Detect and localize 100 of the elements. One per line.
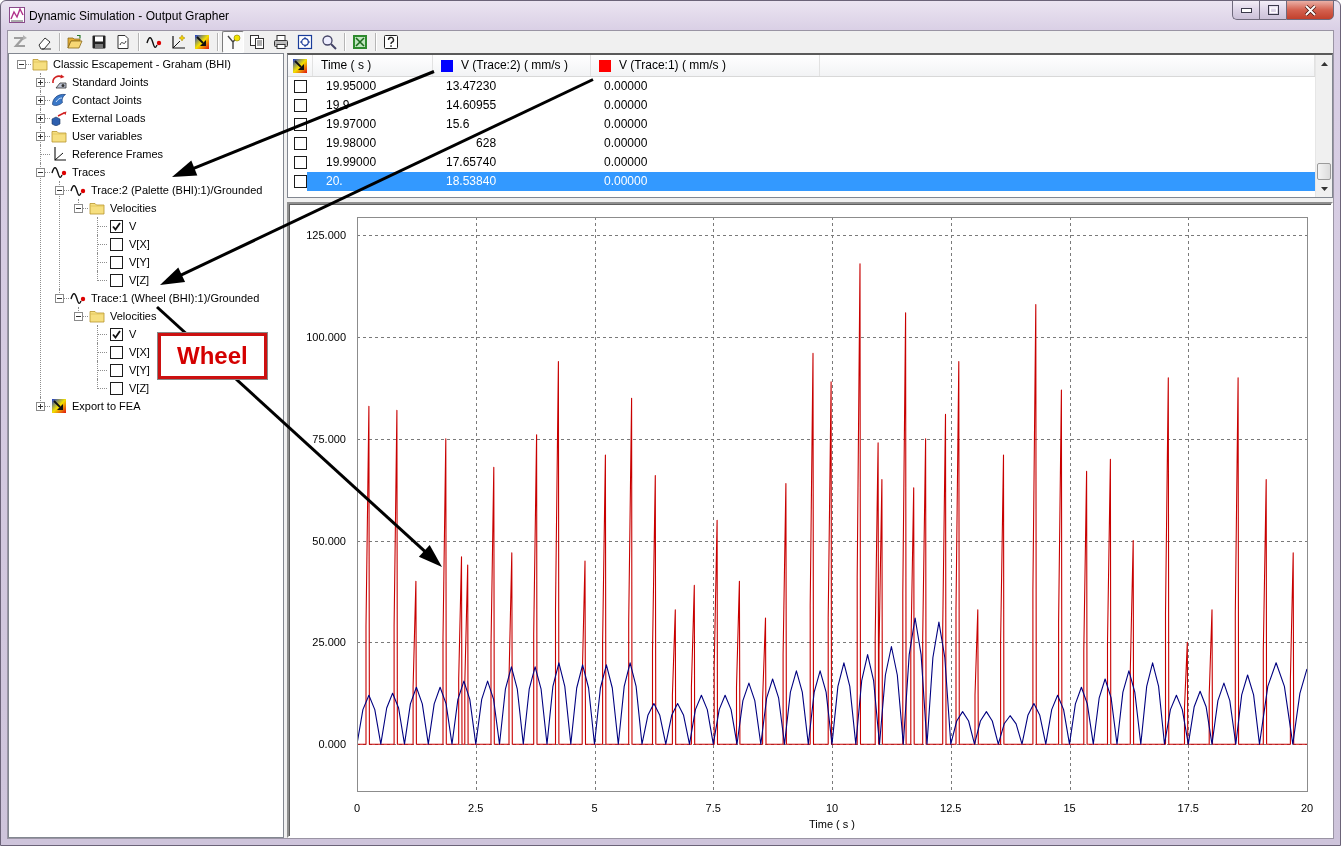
- tree-item[interactable]: Classic Escapement - Graham (BHI): [52, 56, 232, 72]
- close-icon: [1303, 4, 1317, 16]
- checkbox[interactable]: [294, 175, 307, 188]
- zoom-icon: [321, 34, 337, 50]
- scroll-thumb[interactable]: [1317, 163, 1331, 180]
- tick-label: 25.000: [312, 636, 346, 649]
- tick-label: 15: [1063, 802, 1076, 814]
- tree-item[interactable]: Reference Frames: [71, 146, 165, 162]
- tick-label: 20: [1300, 802, 1314, 814]
- spreadsheet-icon: [352, 34, 368, 50]
- tick-label: 5: [591, 802, 598, 814]
- joint-icon: [51, 74, 67, 90]
- tick-label: 0: [353, 802, 361, 814]
- table-cell-text: 18.53840: [445, 174, 498, 189]
- minimize-icon: [1240, 7, 1252, 13]
- collapse-icon[interactable]: [17, 60, 26, 69]
- tree-item[interactable]: Velocities: [109, 200, 158, 216]
- tick-label: 0.000: [318, 738, 346, 751]
- tree-item[interactable]: Velocities: [109, 308, 158, 324]
- checkbox[interactable]: [109, 273, 123, 287]
- page-curve-icon: [115, 34, 131, 50]
- zigzag-icon: [12, 34, 28, 50]
- checkbox[interactable]: [109, 327, 123, 341]
- help-icon: [383, 34, 399, 50]
- folder-icon: [51, 128, 67, 144]
- collapse-icon[interactable]: [55, 294, 64, 303]
- tree-item[interactable]: V[Z]: [128, 272, 151, 288]
- tree-item[interactable]: User variables: [71, 128, 144, 144]
- collapse-icon[interactable]: [74, 204, 83, 213]
- tick-label: 17.5: [1177, 802, 1199, 814]
- table-cell-text: 19.95000: [325, 79, 378, 94]
- expand-icon[interactable]: [36, 132, 45, 141]
- zoom-fit-icon: [297, 34, 313, 50]
- tree-item[interactable]: V[Y]: [128, 254, 151, 270]
- checkbox[interactable]: [294, 156, 307, 169]
- tree-item[interactable]: Trace:2 (Palette (BHI):1)/Grounded: [90, 182, 264, 198]
- minimize-button[interactable]: [1232, 0, 1259, 20]
- table-row[interactable]: 19.95000 13.47230 0.00000: [288, 77, 1315, 96]
- table-row[interactable]: 19.98000 628 0.00000: [288, 134, 1315, 153]
- window-title: Dynamic Simulation - Output Grapher: [29, 9, 230, 24]
- maximize-button[interactable]: [1259, 0, 1286, 20]
- checkbox[interactable]: [109, 237, 123, 251]
- callout-label: Wheel: [158, 333, 267, 379]
- collapse-icon[interactable]: [74, 312, 83, 321]
- tree-item[interactable]: V[X]: [128, 236, 151, 252]
- copy-icon: [249, 34, 265, 50]
- tick-label: 100.000: [306, 331, 346, 344]
- tree-item[interactable]: Standard Joints: [71, 74, 150, 90]
- collapse-icon[interactable]: [36, 168, 45, 177]
- table-cell-text: 13.47230: [445, 79, 498, 94]
- tree-item[interactable]: V[Y]: [128, 362, 151, 378]
- expand-icon[interactable]: [36, 78, 45, 87]
- tree-item[interactable]: V[X]: [128, 344, 151, 360]
- table-cell-text: 15.6: [445, 117, 471, 132]
- table-cell-text: 0.00000: [603, 79, 649, 94]
- close-button[interactable]: [1286, 0, 1334, 20]
- tree-item[interactable]: Traces: [71, 164, 107, 180]
- column-header[interactable]: V (Trace:1) ( mm/s ): [591, 55, 820, 76]
- tick-label: 2.5: [468, 802, 484, 814]
- tree-item[interactable]: V: [128, 218, 138, 234]
- checkbox[interactable]: [294, 80, 307, 93]
- table-cell-text: 0.00000: [603, 98, 649, 113]
- checkbox[interactable]: [109, 219, 123, 233]
- tree-item[interactable]: V: [128, 326, 138, 342]
- axes-icon: [170, 34, 186, 50]
- expand-icon[interactable]: [36, 96, 45, 105]
- checkbox[interactable]: [109, 363, 123, 377]
- scrollbar[interactable]: [1315, 55, 1332, 197]
- column-header[interactable]: Time ( s ): [313, 55, 433, 76]
- down-arrow-icon: [1320, 186, 1328, 191]
- tick-label: 12.5: [940, 802, 962, 814]
- table-row[interactable]: 19.99000 17.65740 0.00000: [288, 153, 1315, 172]
- collapse-icon[interactable]: [55, 186, 64, 195]
- chart-icon: [9, 7, 25, 23]
- checkbox[interactable]: [294, 99, 307, 112]
- expand-icon[interactable]: [36, 114, 45, 123]
- maximize-icon: [1267, 5, 1279, 15]
- tree-item[interactable]: V[Z]: [128, 380, 151, 396]
- contact-icon: [51, 92, 67, 108]
- expand-icon[interactable]: [36, 402, 45, 411]
- tick-label: 10: [825, 802, 839, 814]
- checkbox[interactable]: [294, 137, 307, 150]
- table-cell-text: 20.: [325, 174, 344, 189]
- wave-icon: [51, 164, 67, 180]
- cube-arrow-icon: [51, 110, 67, 126]
- tree-item[interactable]: Trace:1 (Wheel (BHI):1)/Grounded: [90, 290, 261, 306]
- tree-item[interactable]: Export to FEA: [71, 398, 142, 414]
- table-row[interactable]: 19.97000 15.6 0.00000: [288, 115, 1315, 134]
- print-icon: [273, 34, 289, 50]
- wave-icon: [70, 182, 86, 198]
- table-cell-text: 0.00000: [603, 136, 649, 151]
- checkbox[interactable]: [109, 255, 123, 269]
- checkbox[interactable]: [109, 345, 123, 359]
- tick-label: 75.000: [312, 432, 346, 445]
- column-header[interactable]: V (Trace:2) ( mm/s ): [433, 55, 591, 76]
- tree-item[interactable]: External Loads: [71, 110, 147, 126]
- table-cell-text: 0.00000: [603, 117, 649, 132]
- save-icon: [91, 34, 107, 50]
- tree-item[interactable]: Contact Joints: [71, 92, 143, 108]
- checkbox[interactable]: [109, 381, 123, 395]
